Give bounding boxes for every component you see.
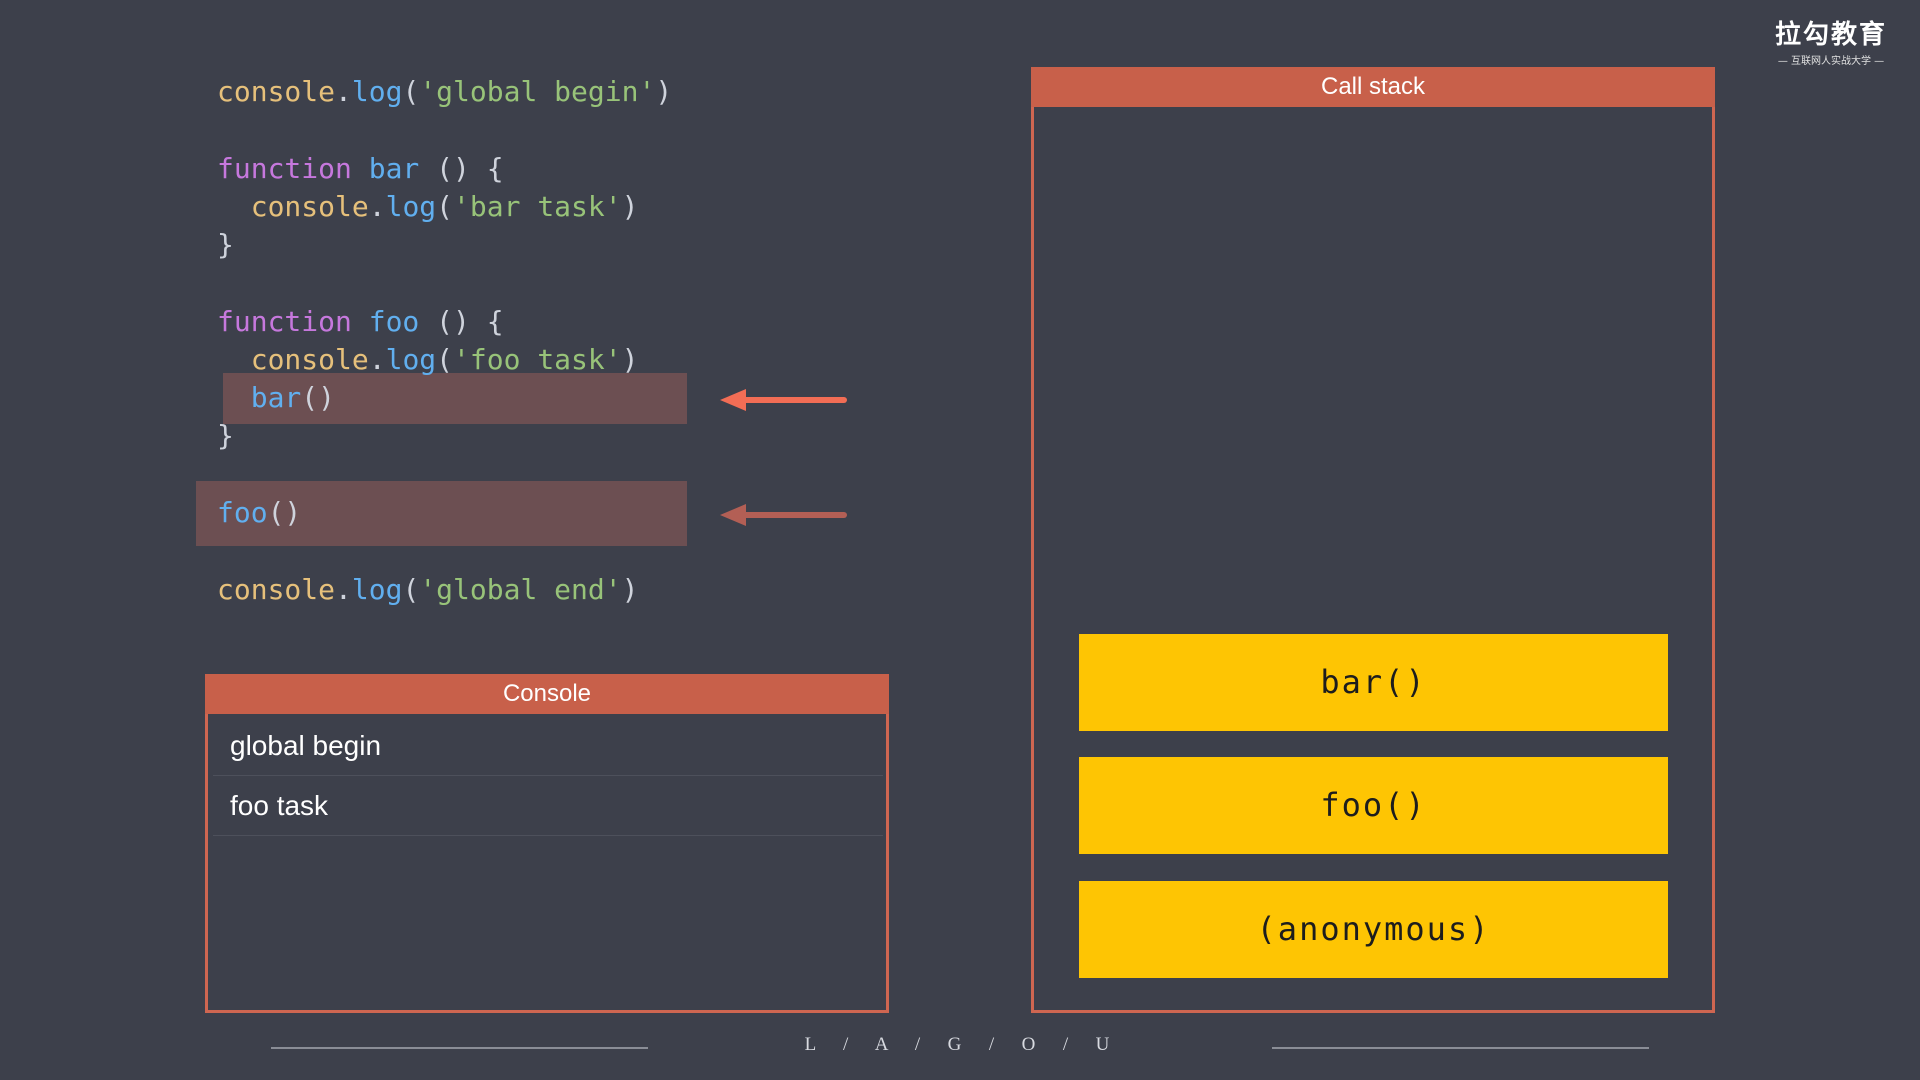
code-line-global-begin: console.log('global begin')	[217, 75, 673, 108]
stack-frame-bar: bar()	[1079, 634, 1668, 731]
active-arrow-icon	[720, 389, 847, 411]
brand-slogan: — 互联网人实战大学 —	[1777, 56, 1885, 67]
stack-frame-foo: foo()	[1079, 757, 1668, 854]
code-line-foo-task: console.log('foo task')	[250, 343, 639, 376]
call-stack-title: Call stack	[1031, 67, 1715, 107]
code-line-function-foo: function foo () {	[217, 305, 504, 338]
brand-logo: 拉勾教育	[1774, 20, 1887, 50]
console-entry: global begin	[213, 716, 883, 776]
console-title: Console	[205, 674, 889, 714]
call-stack-panel	[1031, 67, 1715, 1013]
code-line-bar-close: }	[217, 228, 234, 261]
console-entry: foo task	[213, 776, 883, 836]
inactive-arrow-icon	[720, 504, 847, 526]
code-line-global-end: console.log('global end')	[217, 573, 639, 606]
footer-brand-letters: L / A / G / O / U	[804, 1034, 1116, 1055]
code-line-foo-call: foo()	[217, 496, 302, 529]
code-line-bar-task: console.log('bar task')	[250, 190, 639, 223]
code-line-foo-close: }	[217, 419, 234, 452]
code-line-bar-call: bar()	[250, 381, 336, 414]
code-line-function-bar: function bar () {	[217, 152, 504, 185]
stack-frame-anonymous: (anonymous)	[1079, 881, 1668, 978]
